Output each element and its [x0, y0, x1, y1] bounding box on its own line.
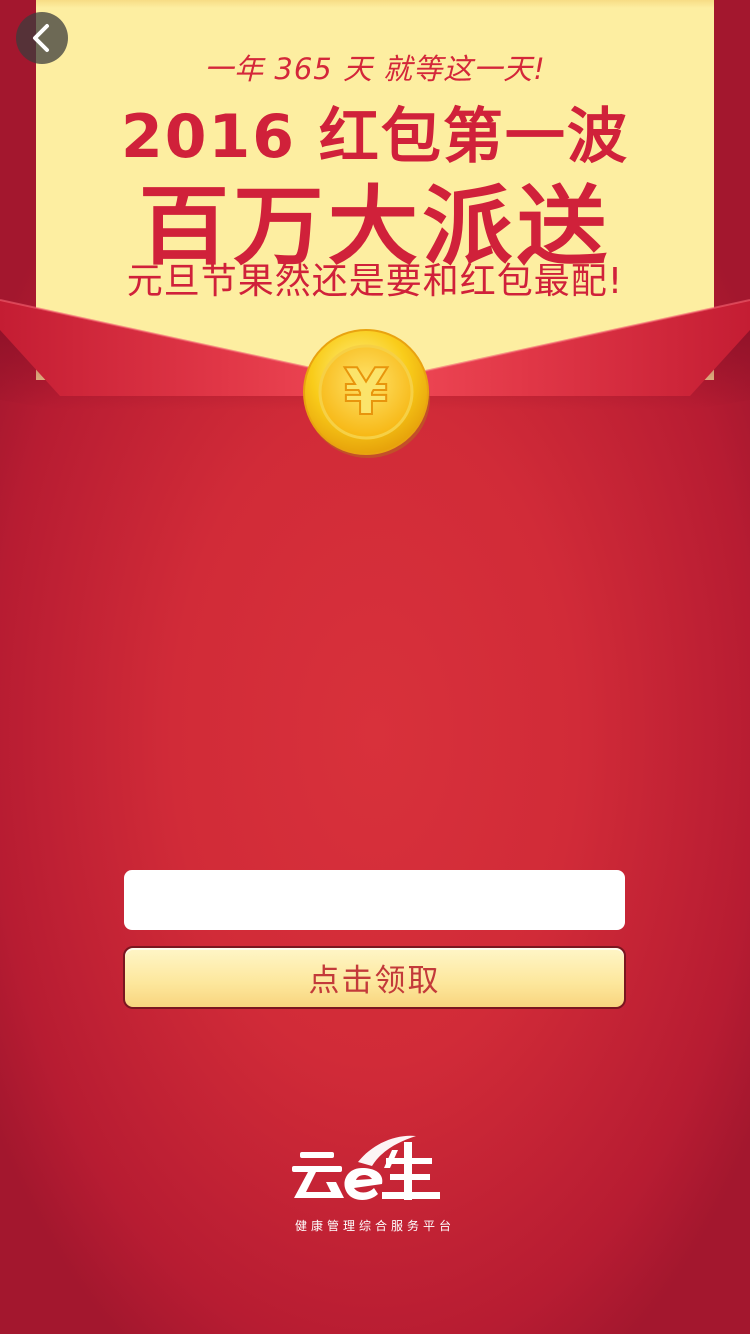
chevron-left-icon: [33, 24, 49, 52]
back-button[interactable]: [16, 12, 68, 64]
phone-input[interactable]: [124, 870, 625, 930]
coin-symbol: ¥: [344, 356, 389, 430]
card-shade: [36, 0, 714, 8]
headline-tagline: 一年 365 天 就等这一天!: [204, 52, 546, 86]
yuan-coin-icon: ¥: [303, 329, 430, 458]
claim-button[interactable]: 点击领取: [123, 946, 626, 1009]
claim-button-label: 点击领取: [308, 963, 441, 999]
yunesheng-logo: [292, 1135, 440, 1200]
brand-tagline: 健康管理综合服务平台: [294, 1219, 455, 1233]
